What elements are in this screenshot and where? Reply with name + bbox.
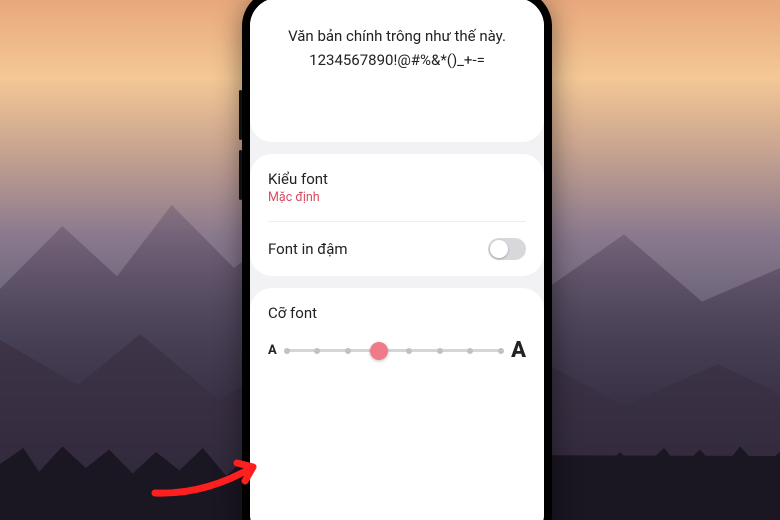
bold-font-toggle[interactable]	[488, 238, 526, 260]
font-preview-card: Văn bản chính trông như thế này. 1234567…	[250, 0, 544, 142]
volume-down-button	[239, 150, 242, 200]
font-size-max-icon: A	[511, 338, 526, 363]
font-size-label: Cỡ font	[268, 304, 526, 322]
font-size-slider-row: A A	[268, 338, 526, 363]
phone-frame: Văn bản chính trông như thế này. 1234567…	[242, 0, 552, 520]
preview-text-line1: Văn bản chính trông như thế này.	[272, 24, 522, 48]
bold-font-row[interactable]: Font in đậm	[268, 221, 526, 276]
volume-up-button	[239, 90, 242, 140]
font-size-min-icon: A	[268, 343, 277, 358]
phone-screen: Văn bản chính trông như thế này. 1234567…	[250, 0, 544, 520]
slider-step-dot	[284, 348, 290, 354]
slider-thumb[interactable]	[370, 342, 388, 360]
slider-step-dot	[345, 348, 351, 354]
slider-step-dot	[406, 348, 412, 354]
font-size-card: Cỡ font A A	[250, 288, 544, 520]
slider-step-dot	[437, 348, 443, 354]
font-settings-card: Kiểu font Mặc định Font in đậm	[250, 154, 544, 276]
preview-text-line2: 1234567890!@#%&*()_+-=	[272, 48, 522, 72]
font-style-label: Kiểu font	[268, 170, 328, 188]
slider-step-dot	[314, 348, 320, 354]
font-style-value: Mặc định	[268, 190, 328, 205]
font-size-slider[interactable]	[287, 339, 501, 363]
font-style-row[interactable]: Kiểu font Mặc định	[268, 154, 526, 221]
bold-font-label: Font in đậm	[268, 240, 348, 258]
slider-step-dot	[498, 348, 504, 354]
